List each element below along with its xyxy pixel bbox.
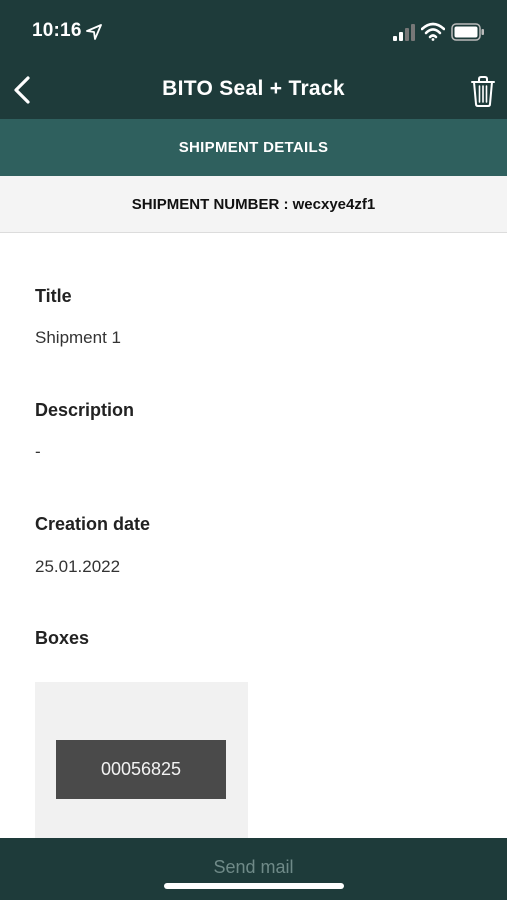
box-card: 00056825 bbox=[35, 682, 248, 842]
home-indicator bbox=[164, 883, 344, 889]
navigation-bar: BITO Seal + Track bbox=[0, 62, 507, 119]
creation-date-value: 25.01.2022 bbox=[35, 557, 121, 576]
boxes-label: Boxes bbox=[35, 628, 90, 648]
shipment-number: SHIPMENT NUMBER : wecxye4zf1 bbox=[0, 176, 507, 233]
title-label: Title bbox=[35, 286, 72, 306]
wifi-icon bbox=[421, 22, 445, 41]
page-title: BITO Seal + Track bbox=[162, 77, 345, 100]
signal-icon bbox=[393, 24, 415, 41]
status-time: 10:16 bbox=[32, 20, 82, 41]
battery-icon bbox=[451, 23, 484, 41]
location-arrow-icon bbox=[86, 24, 102, 40]
box-item[interactable]: 00056825 bbox=[56, 740, 226, 799]
creation-date-label: Creation date bbox=[35, 514, 151, 534]
title-value: Shipment 1 bbox=[35, 328, 121, 347]
trash-icon[interactable] bbox=[470, 75, 496, 107]
status-bar: 10:16 bbox=[0, 0, 507, 62]
description-value: - bbox=[35, 442, 41, 461]
bottom-bar: Send mail bbox=[0, 838, 507, 900]
section-header: SHIPMENT DETAILS bbox=[0, 119, 507, 176]
description-label: Description bbox=[35, 400, 135, 420]
send-mail-button[interactable]: Send mail bbox=[0, 857, 507, 878]
